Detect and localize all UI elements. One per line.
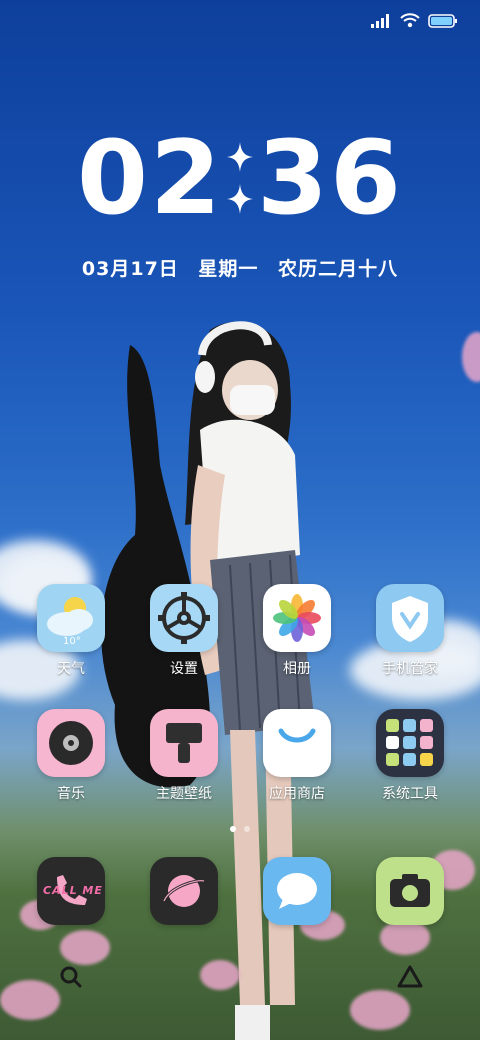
weather-icon: 10°	[37, 584, 105, 652]
date-line: 03月17日 星期一 农历二月十八	[0, 254, 480, 281]
signal-icon	[371, 14, 389, 28]
app-system-tools-folder[interactable]: 系统工具	[360, 709, 460, 803]
app-store-icon	[263, 709, 331, 777]
battery-icon	[428, 14, 457, 28]
page-dot	[244, 826, 250, 832]
page-indicator	[0, 826, 480, 832]
status-bar	[370, 10, 458, 32]
phone-call-icon: CALL ME	[37, 857, 105, 925]
system-tools-folder-icon	[376, 709, 444, 777]
clock-minute: 36	[257, 119, 403, 238]
phone-call-text: CALL ME	[43, 884, 103, 897]
app-weather[interactable]: 10° 天气	[21, 584, 121, 678]
app-label-photos: 相册	[283, 661, 311, 677]
dock-phone[interactable]: CALL ME	[21, 857, 121, 925]
dock-browser[interactable]	[134, 857, 234, 925]
lockscreen-clock: 02 36	[0, 128, 480, 230]
app-label-themes: 主题壁纸	[156, 786, 212, 802]
app-label-store: 应用商店	[269, 786, 325, 802]
dock-messages[interactable]	[247, 857, 347, 925]
photos-icon	[263, 584, 331, 652]
weather-temp: 10°	[63, 636, 81, 647]
theme-brush-icon	[150, 709, 218, 777]
app-label-settings: 设置	[170, 661, 198, 677]
bottom-bar	[0, 950, 480, 1010]
message-bubble-icon	[263, 857, 331, 925]
app-label-phone-manager: 手机管家	[382, 661, 438, 677]
assistant-icon[interactable]	[396, 964, 424, 990]
wifi-icon	[400, 13, 420, 28]
music-record-icon	[37, 709, 105, 777]
settings-gear-icon	[150, 584, 218, 652]
app-label-system-tools: 系统工具	[382, 786, 438, 802]
sparkle-separator-icon	[223, 128, 257, 228]
security-shield-icon	[376, 584, 444, 652]
app-photos[interactable]: 相册	[247, 584, 347, 678]
page-dot-active	[230, 826, 236, 832]
date-day: 03月17日	[81, 258, 179, 280]
app-phone-manager[interactable]: 手机管家	[360, 584, 460, 678]
camera-icon	[376, 857, 444, 925]
planet-browser-icon	[150, 857, 218, 925]
app-themes[interactable]: 主题壁纸	[134, 709, 234, 803]
app-music[interactable]: 音乐	[21, 709, 121, 803]
search-icon[interactable]	[58, 964, 84, 990]
clock-hour: 02	[77, 119, 223, 238]
app-label-music: 音乐	[57, 786, 85, 802]
app-settings[interactable]: 设置	[134, 584, 234, 678]
date-weekday: 星期一	[198, 258, 259, 280]
date-lunar: 农历二月十八	[278, 258, 399, 280]
app-label-weather: 天气	[57, 661, 85, 677]
dock-camera[interactable]	[360, 857, 460, 925]
app-store[interactable]: 应用商店	[247, 709, 347, 803]
